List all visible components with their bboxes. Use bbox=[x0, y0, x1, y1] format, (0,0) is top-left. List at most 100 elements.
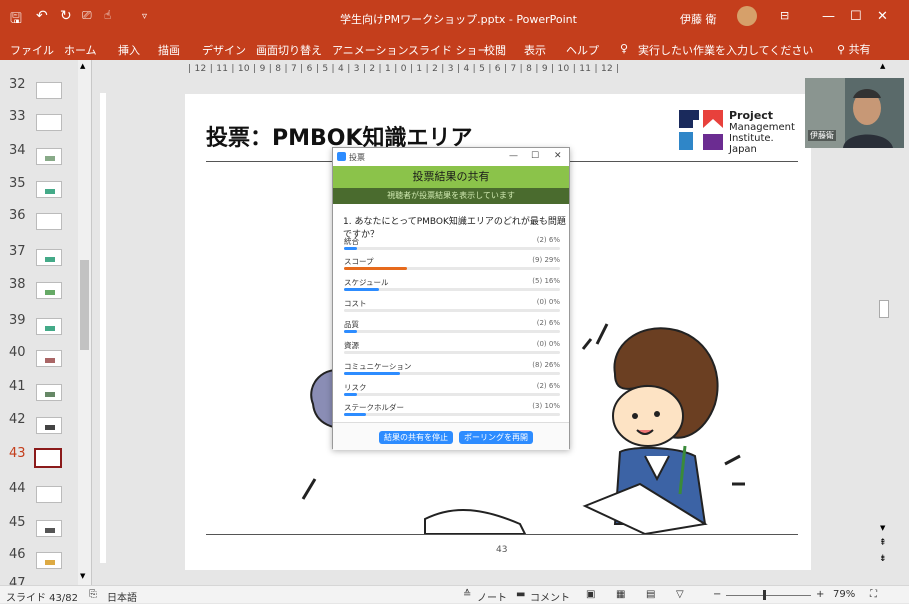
option-bar bbox=[344, 309, 560, 312]
slide-thumbnail[interactable] bbox=[36, 520, 62, 537]
scrollbar-thumb[interactable] bbox=[80, 260, 89, 350]
close-button[interactable]: ✕ bbox=[877, 9, 888, 24]
option-value: (0) 0% bbox=[536, 340, 560, 348]
option-label: 資源 bbox=[344, 341, 359, 350]
tab-review[interactable]: 校閲 bbox=[484, 42, 506, 58]
scroll-up-icon[interactable]: ▲ bbox=[880, 62, 885, 70]
scroll-down-icon[interactable]: ▼ bbox=[880, 524, 885, 532]
previous-slide-icon[interactable]: ⇞ bbox=[879, 538, 887, 548]
poll-results-window[interactable]: 投票 — ☐ ✕ 投票結果の共有 視聴者が投票結果を表示しています 1. あなた… bbox=[332, 147, 570, 450]
tab-home[interactable]: ホーム bbox=[64, 42, 97, 58]
slide-thumbnail[interactable] bbox=[36, 486, 62, 503]
slide-thumbnail[interactable] bbox=[36, 249, 62, 266]
ruler-scale: | 12 | 11 | 10 | 9 | 8 | 7 | 6 | 5 | 4 |… bbox=[188, 64, 620, 74]
maximize-button[interactable]: ☐ bbox=[850, 9, 862, 24]
slide-thumbnail[interactable] bbox=[36, 350, 62, 367]
reading-view-icon[interactable]: ▤ bbox=[646, 589, 655, 600]
slide-thumbnail[interactable] bbox=[36, 384, 62, 401]
thumbnail-number: 37 bbox=[9, 244, 26, 259]
slide-thumbnail[interactable] bbox=[36, 181, 62, 198]
thumbnail-scrollbar[interactable]: ▲ ▼ bbox=[78, 60, 91, 585]
fit-to-window-icon[interactable]: ⛶ bbox=[870, 589, 877, 600]
vertical-ruler bbox=[95, 77, 111, 585]
slide-thumbnail[interactable] bbox=[36, 552, 62, 569]
tab-slideshow[interactable]: スライド ショー bbox=[408, 42, 489, 58]
slide-thumbnail-selected[interactable] bbox=[34, 448, 62, 468]
tab-design[interactable]: デザイン bbox=[202, 42, 246, 58]
tab-insert[interactable]: 挿入 bbox=[118, 42, 140, 58]
customize-toolbar-icon[interactable]: ▿ bbox=[142, 11, 147, 22]
option-bar-fill bbox=[344, 288, 379, 291]
option-bar-fill bbox=[344, 413, 366, 416]
lightbulb-icon: ♀ bbox=[620, 42, 629, 55]
avatar[interactable] bbox=[737, 6, 757, 26]
tell-me-search[interactable]: 実行したい作業を入力してください bbox=[638, 42, 813, 58]
option-label: スケジュール bbox=[344, 278, 389, 287]
slide-thumbnail[interactable] bbox=[36, 417, 62, 434]
close-button[interactable]: ✕ bbox=[554, 151, 562, 161]
zoom-out-button[interactable]: − bbox=[713, 589, 721, 600]
redo-icon[interactable]: ↻ bbox=[60, 8, 72, 24]
tab-draw[interactable]: 描画 bbox=[158, 42, 180, 58]
pmi-wordmark: Project Management Institute. Japan bbox=[729, 109, 795, 155]
language-indicator[interactable]: 日本語 bbox=[107, 589, 137, 604]
zoom-in-button[interactable]: + bbox=[816, 589, 824, 600]
option-bar-fill bbox=[344, 267, 407, 270]
option-bar bbox=[344, 247, 560, 250]
option-value: (8) 26% bbox=[532, 361, 560, 369]
video-feed[interactable]: 伊藤衛 bbox=[805, 78, 904, 148]
undo-icon[interactable]: ↶ bbox=[36, 8, 48, 24]
slideshow-icon[interactable]: ⎚ bbox=[82, 8, 92, 23]
normal-view-icon[interactable]: ▣ bbox=[586, 589, 595, 600]
zoom-level[interactable]: 79% bbox=[833, 589, 855, 600]
accessibility-icon[interactable]: ⎘ bbox=[89, 589, 97, 600]
thumbnail-number: 40 bbox=[9, 345, 26, 360]
next-slide-icon[interactable]: ⇟ bbox=[879, 554, 887, 564]
scroll-down-icon[interactable]: ▼ bbox=[80, 572, 85, 580]
slide-thumbnail[interactable] bbox=[36, 148, 62, 165]
slide-thumbnail[interactable] bbox=[36, 114, 62, 131]
slide-thumbnail[interactable] bbox=[36, 82, 62, 99]
tab-help[interactable]: ヘルプ bbox=[566, 42, 599, 58]
touch-mode-icon[interactable]: ☝ bbox=[104, 8, 111, 22]
tab-transitions[interactable]: 画面切り替え bbox=[256, 42, 322, 58]
slideshow-view-icon[interactable]: ▽ bbox=[676, 589, 684, 600]
ribbon-display-icon[interactable]: ⊟ bbox=[780, 9, 789, 22]
poll-option: ステークホルダー (3) 10% bbox=[344, 402, 560, 422]
comments-button[interactable]: コメント bbox=[530, 589, 570, 604]
zoom-slider[interactable] bbox=[726, 595, 811, 596]
slide-thumbnail[interactable] bbox=[36, 318, 62, 335]
option-bar-fill bbox=[344, 247, 357, 250]
scroll-up-icon[interactable]: ▲ bbox=[80, 62, 85, 70]
tab-view[interactable]: 表示 bbox=[524, 42, 546, 58]
slide-thumbnail[interactable] bbox=[36, 282, 62, 299]
minimize-button[interactable]: — bbox=[509, 151, 518, 161]
tab-file[interactable]: ファイル bbox=[10, 42, 54, 58]
notes-button[interactable]: ノート bbox=[477, 589, 507, 604]
option-value: (2) 6% bbox=[536, 382, 560, 390]
share-button[interactable]: ⚲ 共有 bbox=[837, 41, 871, 57]
user-name[interactable]: 伊藤 衛 bbox=[680, 11, 717, 27]
tab-animations[interactable]: アニメーション bbox=[332, 42, 409, 58]
slide-thumbnail[interactable] bbox=[36, 213, 62, 230]
poll-titlebar[interactable]: 投票 — ☐ ✕ bbox=[333, 148, 569, 166]
zoom-slider-thumb[interactable] bbox=[763, 590, 766, 600]
option-bar bbox=[344, 330, 560, 333]
thumbnail-number: 41 bbox=[9, 379, 26, 394]
restart-polling-button[interactable]: ポーリングを再開 bbox=[459, 431, 533, 444]
slide-sorter-icon[interactable]: ▦ bbox=[616, 589, 625, 600]
scrollbar-thumb[interactable] bbox=[879, 300, 889, 318]
pmi-logo bbox=[679, 110, 723, 150]
option-value: (9) 29% bbox=[532, 256, 560, 264]
option-bar bbox=[344, 267, 560, 270]
stop-sharing-button[interactable]: 結果の共有を停止 bbox=[379, 431, 453, 444]
save-icon[interactable]: 🖫 bbox=[10, 8, 22, 32]
comment-icon: ▬ bbox=[516, 589, 526, 600]
zoom-icon bbox=[337, 152, 346, 161]
poll-option: コスト (0) 0% bbox=[344, 298, 560, 318]
poll-option: スコープ (9) 29% bbox=[344, 256, 560, 276]
slide-counter[interactable]: スライド 43/82 bbox=[6, 589, 78, 604]
maximize-button[interactable]: ☐ bbox=[531, 151, 539, 161]
person-icon: ⚲ bbox=[837, 43, 849, 56]
minimize-button[interactable]: — bbox=[822, 9, 835, 24]
